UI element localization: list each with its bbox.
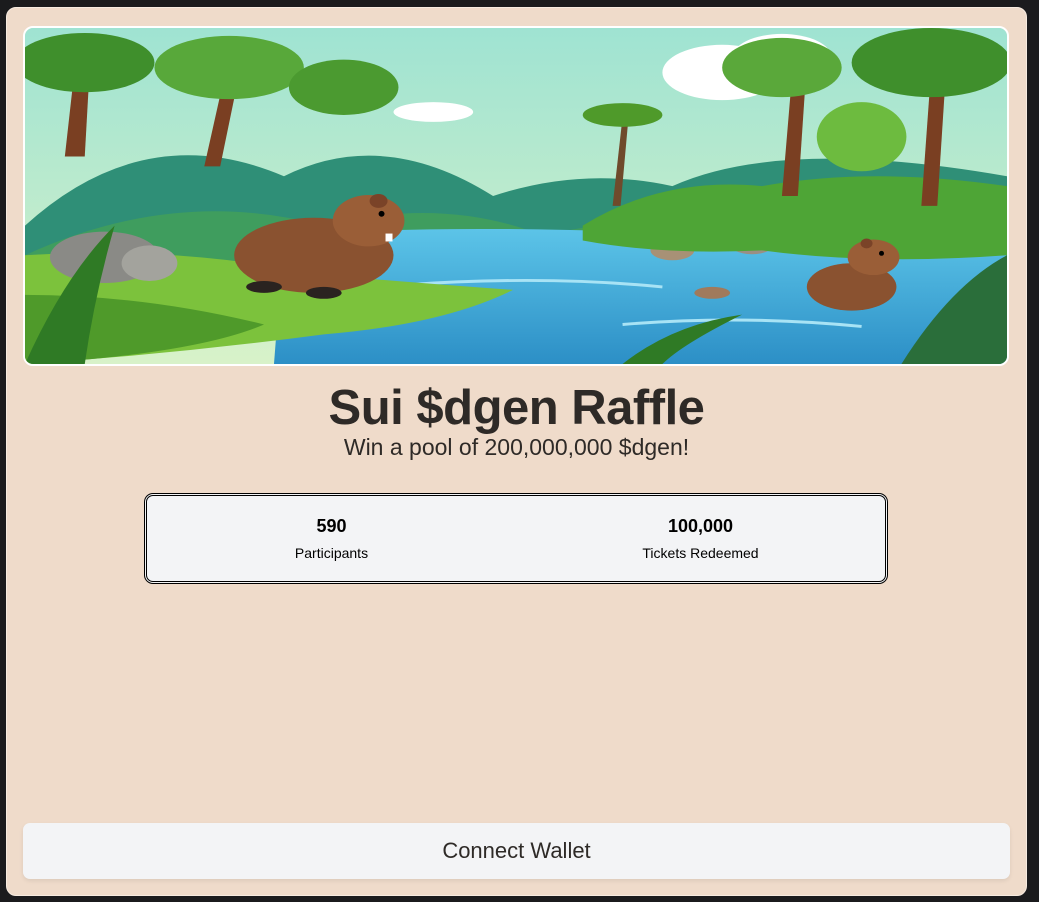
stat-participants: 590 Participants xyxy=(147,496,516,581)
stat-value: 590 xyxy=(316,516,347,536)
stats-panel: 590 Participants 100,000 Tickets Redeeme… xyxy=(146,495,886,582)
raffle-card: Sui $dgen Raffle Win a pool of 200,000,0… xyxy=(6,7,1027,896)
jungle-river-capybara-illustration xyxy=(25,28,1007,364)
page-subtitle: Win a pool of 200,000,000 $dgen! xyxy=(343,434,690,460)
page-title: Sui $dgen Raffle xyxy=(328,381,705,435)
connect-wallet-button[interactable]: Connect Wallet xyxy=(23,823,1010,879)
stat-label: Tickets Redeemed xyxy=(642,545,759,561)
stat-label: Participants xyxy=(294,545,369,561)
stat-tickets-redeemed: 100,000 Tickets Redeemed xyxy=(516,496,885,581)
stat-value: 100,000 xyxy=(667,516,734,536)
banner-image xyxy=(23,26,1009,366)
